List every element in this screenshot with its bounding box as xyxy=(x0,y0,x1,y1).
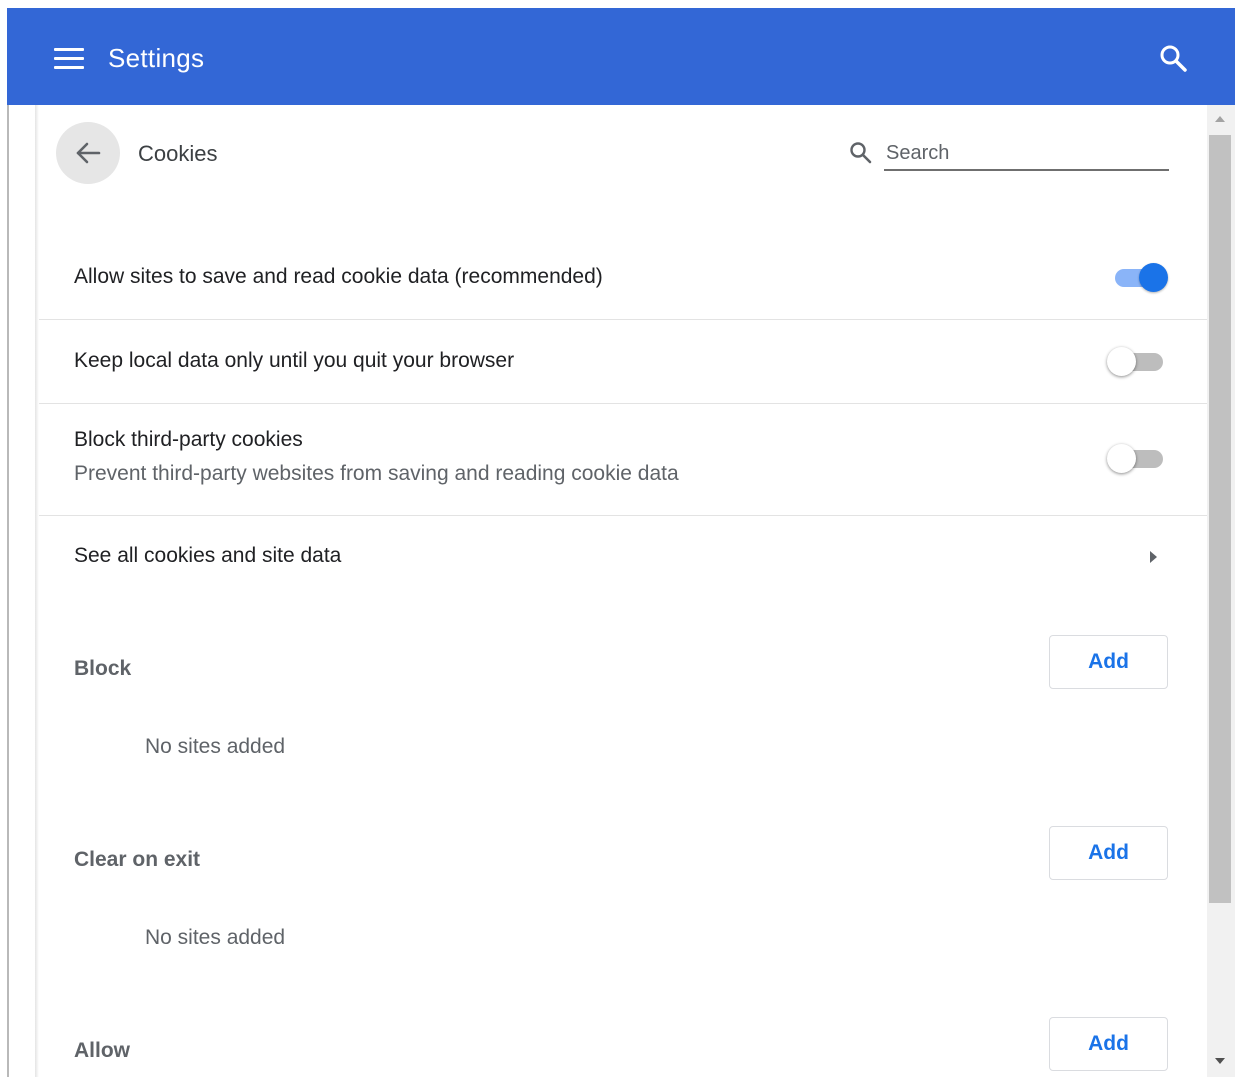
app-title: Settings xyxy=(108,43,205,73)
allow-cookies-toggle[interactable] xyxy=(1111,262,1169,292)
arrow-back-icon xyxy=(76,142,101,164)
link-label: See all cookies and site data xyxy=(74,544,342,567)
see-all-cookies-row[interactable]: See all cookies and site data xyxy=(39,515,1207,599)
block-third-party-toggle[interactable] xyxy=(1107,443,1165,473)
hamburger-menu-icon[interactable] xyxy=(54,48,84,70)
search-icon xyxy=(850,142,872,164)
clear-on-exit-empty-text: No sites added xyxy=(145,926,286,949)
scroll-up-arrow-icon[interactable] xyxy=(1214,115,1226,123)
chevron-right-icon xyxy=(1150,551,1157,563)
search-field xyxy=(849,135,1169,173)
settings-toolbar: Settings xyxy=(7,8,1235,105)
setting-label: Block third-party cookies xyxy=(74,428,303,451)
page-title: Cookies xyxy=(138,141,218,166)
clear-on-exit-add-button[interactable]: Add xyxy=(1049,826,1168,880)
back-button[interactable] xyxy=(56,122,120,184)
scrollbar-thumb[interactable] xyxy=(1209,135,1231,903)
setting-label: Keep local data only until you quit your… xyxy=(74,349,515,372)
allow-section-title: Allow xyxy=(74,1039,130,1062)
settings-window: Settings Cookies Allow sites t xyxy=(7,8,1235,1077)
block-third-party-row[interactable]: Block third-party cookies Prevent third-… xyxy=(39,403,1207,515)
setting-label: Allow sites to save and read cookie data… xyxy=(74,265,603,288)
keep-local-data-toggle[interactable] xyxy=(1107,346,1165,376)
block-section-title: Block xyxy=(74,657,132,680)
scroll-down-arrow-icon[interactable] xyxy=(1214,1057,1226,1065)
search-input[interactable] xyxy=(884,137,1169,171)
cookies-settings-card: Cookies Allow sites to save and read coo… xyxy=(39,105,1207,1077)
allow-cookies-row[interactable]: Allow sites to save and read cookie data… xyxy=(39,235,1207,319)
clear-on-exit-section-title: Clear on exit xyxy=(74,848,201,871)
search-icon[interactable] xyxy=(1159,44,1187,72)
allow-add-button[interactable]: Add xyxy=(1049,1017,1168,1071)
setting-description: Prevent third-party websites from saving… xyxy=(74,462,679,485)
keep-local-data-row[interactable]: Keep local data only until you quit your… xyxy=(39,319,1207,403)
block-add-button[interactable]: Add xyxy=(1049,635,1168,689)
vertical-scrollbar[interactable] xyxy=(1207,105,1235,1077)
block-empty-text: No sites added xyxy=(145,735,286,758)
left-gutter xyxy=(7,105,38,1077)
